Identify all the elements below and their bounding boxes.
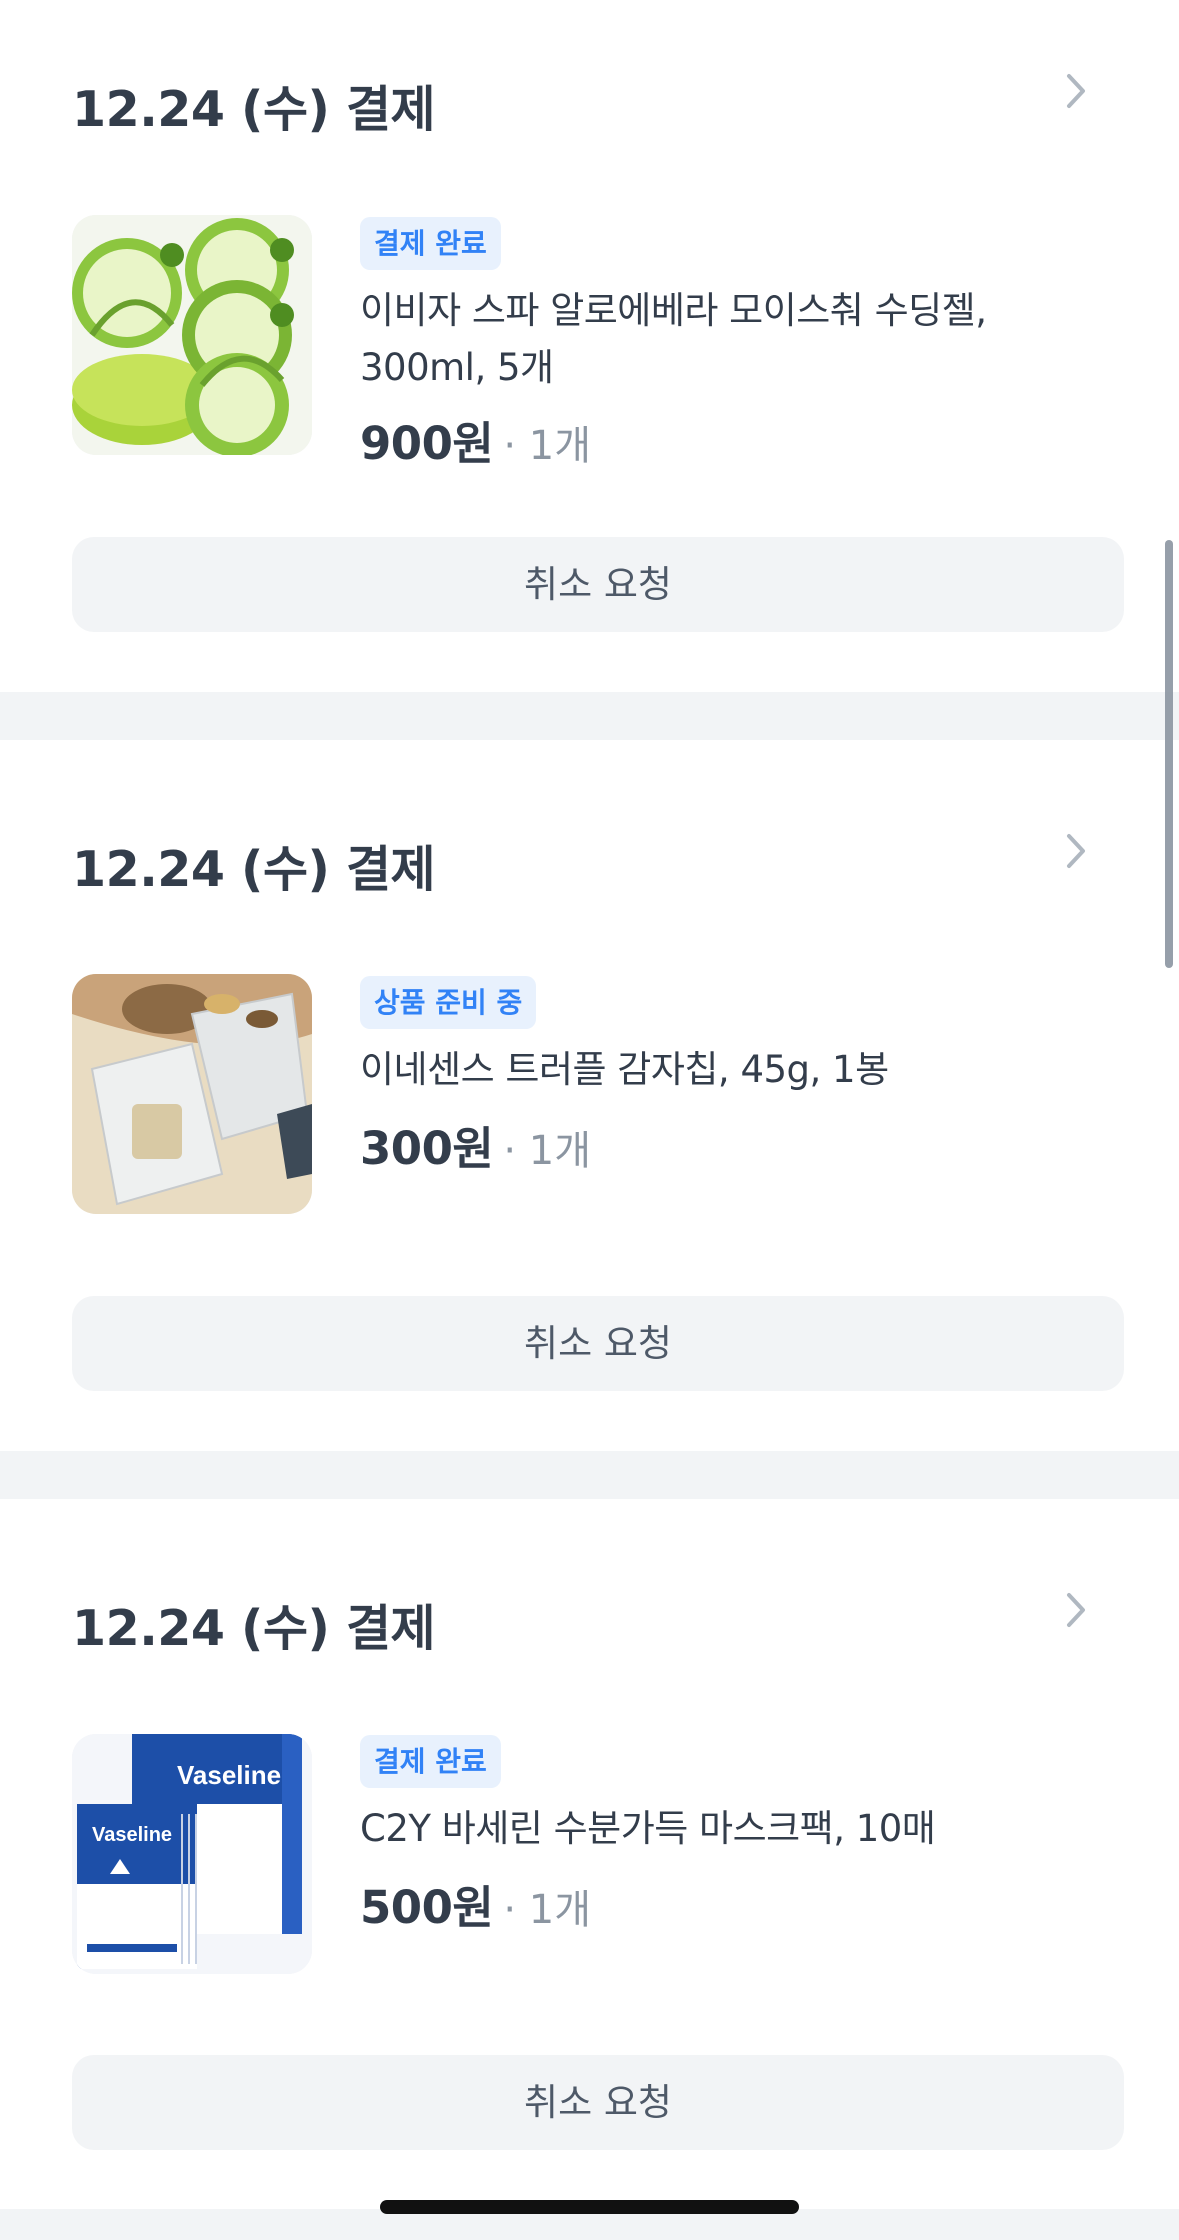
order-list-page: 12.24 (수) 결제 결제 완료 이비자 스파 알로에베라 모이스춰 수딩젤… bbox=[0, 0, 1179, 2240]
product-image-mask[interactable]: Vaseline Vaseline bbox=[72, 1734, 312, 1974]
order-card: 12.24 (수) 결제 결제 완료 이비자 스파 알로에베라 모이스춰 수딩젤… bbox=[0, 0, 1179, 692]
status-badge: 결제 완료 bbox=[360, 1735, 501, 1788]
product-quantity: · 1개 bbox=[503, 1128, 592, 1174]
order-header[interactable]: 12.24 (수) 결제 bbox=[72, 1589, 1107, 1657]
order-header[interactable]: 12.24 (수) 결제 bbox=[72, 830, 1107, 898]
vaseline-brand-text: Vaseline bbox=[92, 1824, 172, 1846]
product-name[interactable]: 이네센스 트러플 감자칩, 45g, 1봉 bbox=[360, 1041, 1120, 1098]
status-badge: 상품 준비 중 bbox=[360, 976, 537, 1029]
chevron-right-icon[interactable] bbox=[1057, 66, 1097, 116]
product-price: 900원 bbox=[360, 417, 494, 470]
product-image-aloe[interactable] bbox=[72, 215, 312, 455]
product-name[interactable]: C2Y 바세린 수분가득 마스크팩, 10매 bbox=[360, 1800, 1120, 1857]
product-price: 500원 bbox=[360, 1881, 494, 1934]
status-badge: 결제 완료 bbox=[360, 217, 501, 270]
price-row: 300원 · 1개 bbox=[360, 1112, 592, 1175]
price-row: 500원 · 1개 bbox=[360, 1871, 592, 1934]
order-date-title: 12.24 (수) 결제 bbox=[72, 1600, 436, 1657]
product-image-chips[interactable] bbox=[72, 974, 312, 1214]
truffle-chips-icon bbox=[72, 974, 312, 1214]
order-card: 12.24 (수) 결제 Vaseline Vaseline 결제 완료 C2Y… bbox=[0, 1499, 1179, 2209]
chevron-right-icon[interactable] bbox=[1057, 826, 1097, 876]
chevron-right-icon[interactable] bbox=[1057, 1585, 1097, 1635]
order-card: 12.24 (수) 결제 상품 준비 중 이네센스 트러플 감자칩, 45g, … bbox=[0, 740, 1179, 1451]
vaseline-brand-text: Vaseline bbox=[177, 1760, 281, 1790]
product-price: 300원 bbox=[360, 1122, 494, 1175]
order-header[interactable]: 12.24 (수) 결제 bbox=[72, 70, 1107, 138]
cancel-request-button[interactable]: 취소 요청 bbox=[72, 2055, 1124, 2150]
scrollbar[interactable] bbox=[1165, 540, 1173, 968]
aloe-vera-gel-icon bbox=[72, 215, 312, 455]
order-date-title: 12.24 (수) 결제 bbox=[72, 841, 436, 898]
product-name[interactable]: 이비자 스파 알로에베라 모이스춰 수딩젤, 300ml, 5개 bbox=[360, 282, 1120, 396]
price-row: 900원 · 1개 bbox=[360, 407, 592, 470]
vaseline-mask-icon: Vaseline Vaseline bbox=[72, 1734, 312, 1974]
cancel-request-button[interactable]: 취소 요청 bbox=[72, 537, 1124, 632]
product-quantity: · 1개 bbox=[503, 1887, 592, 1933]
order-date-title: 12.24 (수) 결제 bbox=[72, 81, 436, 138]
home-indicator[interactable] bbox=[380, 2200, 799, 2214]
cancel-request-button[interactable]: 취소 요청 bbox=[72, 1296, 1124, 1391]
product-quantity: · 1개 bbox=[503, 423, 592, 469]
